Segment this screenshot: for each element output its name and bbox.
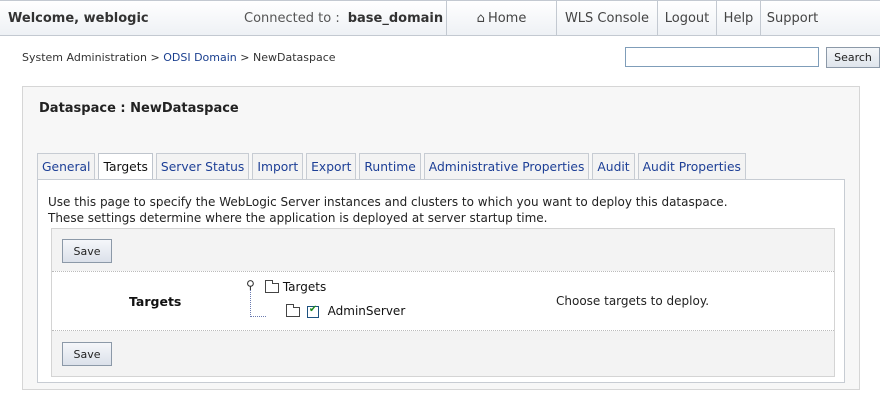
search-button[interactable]: Search bbox=[826, 47, 880, 68]
tab-import[interactable]: Import bbox=[252, 153, 304, 179]
page-description: Use this page to specify the WebLogic Se… bbox=[48, 194, 828, 226]
save-button-bottom[interactable]: Save bbox=[62, 342, 112, 366]
description-line-2: These settings determine where the appli… bbox=[48, 211, 548, 225]
connected-label: Connected to : bbox=[244, 10, 340, 26]
folder-icon bbox=[286, 303, 300, 317]
nav-label: WLS Console bbox=[564, 10, 650, 26]
tab-targets[interactable]: Targets bbox=[98, 153, 153, 180]
nav-label: Help bbox=[723, 10, 754, 26]
nav-help-link[interactable]: Help bbox=[716, 1, 760, 35]
targets-row: Targets ⚲ Targets AdminServer Choose tar… bbox=[52, 271, 834, 331]
nav-label: Home bbox=[487, 10, 527, 26]
home-icon: ⌂ bbox=[476, 10, 485, 26]
tree-node-adminserver-label: AdminServer bbox=[327, 304, 406, 318]
top-navigation: ⌂ Home WLS Console Logout Help Support bbox=[446, 1, 824, 35]
nav-label: Support bbox=[766, 10, 819, 26]
breadcrumb-odsi-domain-link[interactable]: ODSI Domain bbox=[163, 51, 237, 64]
breadcrumb-root: System Administration bbox=[22, 51, 148, 64]
dataspace-panel: Dataspace : NewDataspace General Targets S… bbox=[22, 86, 860, 390]
tab-content: Use this page to specify the WebLogic Se… bbox=[37, 179, 845, 383]
tab-runtime[interactable]: Runtime bbox=[359, 153, 421, 179]
top-bar: Welcome, weblogic Connected to : base_do… bbox=[0, 0, 880, 36]
nav-home-link[interactable]: ⌂ Home bbox=[446, 1, 556, 35]
targets-form: Save Targets ⚲ Targets AdminServer bbox=[51, 228, 835, 377]
breadcrumb: System Administration > ODSI Domain > Ne… bbox=[22, 51, 336, 64]
nav-label: Logout bbox=[664, 10, 710, 26]
targets-hint: Choose targets to deploy. bbox=[556, 294, 710, 308]
tree-node-adminserver: AdminServer bbox=[286, 303, 406, 318]
nav-wls-console-link[interactable]: WLS Console bbox=[556, 1, 657, 35]
tab-server-status[interactable]: Server Status bbox=[155, 153, 250, 179]
targets-field-label: Targets bbox=[129, 294, 182, 309]
adminserver-checkbox[interactable] bbox=[306, 304, 319, 318]
description-line-1: Use this page to specify the WebLogic Se… bbox=[48, 195, 728, 209]
breadcrumb-separator: > bbox=[236, 51, 253, 64]
tree-node-targets[interactable]: Targets bbox=[265, 279, 327, 294]
breadcrumb-current: NewDataspace bbox=[253, 51, 336, 64]
tab-export[interactable]: Export bbox=[306, 153, 357, 179]
tree-connector bbox=[250, 290, 266, 317]
search-input[interactable] bbox=[625, 47, 819, 67]
tab-general[interactable]: General bbox=[37, 153, 96, 179]
nav-support-link[interactable]: Support bbox=[760, 1, 824, 35]
tab-administrative-properties[interactable]: Administrative Properties bbox=[423, 153, 590, 179]
tab-audit-properties[interactable]: Audit Properties bbox=[637, 153, 746, 179]
tab-audit[interactable]: Audit bbox=[592, 153, 635, 179]
tree-node-targets-label: Targets bbox=[282, 280, 327, 294]
nav-logout-link[interactable]: Logout bbox=[657, 1, 716, 35]
page-title: Dataspace : NewDataspace bbox=[39, 101, 239, 116]
save-button-top[interactable]: Save bbox=[62, 239, 112, 263]
folder-icon bbox=[265, 279, 279, 293]
welcome-text: Welcome, weblogic bbox=[8, 10, 149, 26]
tab-bar: General Targets Server Status Import Export R… bbox=[37, 153, 749, 180]
domain-name: base_domain bbox=[347, 10, 444, 26]
connection-info: Connected to : base_domain bbox=[232, 1, 446, 35]
breadcrumb-separator: > bbox=[147, 51, 164, 64]
